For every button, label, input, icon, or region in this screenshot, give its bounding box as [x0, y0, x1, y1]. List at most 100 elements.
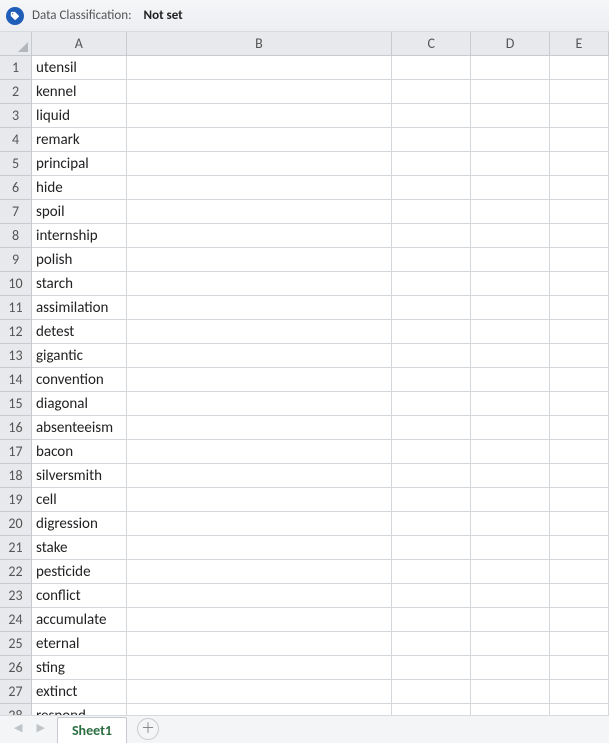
cell-C17[interactable]: [392, 440, 471, 464]
cell-B24[interactable]: [127, 608, 393, 632]
cell-C23[interactable]: [392, 584, 471, 608]
cell-E11[interactable]: [550, 296, 609, 320]
column-header-B[interactable]: B: [127, 32, 393, 56]
cell-A6[interactable]: hide: [32, 176, 127, 200]
cell-E8[interactable]: [550, 224, 609, 248]
cell-A15[interactable]: diagonal: [32, 392, 127, 416]
cell-B3[interactable]: [127, 104, 393, 128]
cell-D3[interactable]: [471, 104, 550, 128]
cell-D13[interactable]: [471, 344, 550, 368]
cell-E19[interactable]: [550, 488, 609, 512]
cell-A11[interactable]: assimilation: [32, 296, 127, 320]
cell-C13[interactable]: [392, 344, 471, 368]
cell-C8[interactable]: [392, 224, 471, 248]
cell-D10[interactable]: [471, 272, 550, 296]
cell-A19[interactable]: cell: [32, 488, 127, 512]
cell-A2[interactable]: kennel: [32, 80, 127, 104]
cell-D17[interactable]: [471, 440, 550, 464]
classification-value[interactable]: Not set: [144, 8, 183, 23]
cell-E21[interactable]: [550, 536, 609, 560]
cell-D24[interactable]: [471, 608, 550, 632]
cell-E14[interactable]: [550, 368, 609, 392]
cell-D21[interactable]: [471, 536, 550, 560]
cell-D26[interactable]: [471, 656, 550, 680]
cell-A10[interactable]: starch: [32, 272, 127, 296]
cell-B27[interactable]: [127, 680, 393, 704]
cell-B20[interactable]: [127, 512, 393, 536]
cell-C10[interactable]: [392, 272, 471, 296]
cell-D18[interactable]: [471, 464, 550, 488]
cell-B7[interactable]: [127, 200, 393, 224]
cell-C2[interactable]: [392, 80, 471, 104]
cell-B9[interactable]: [127, 248, 393, 272]
cell-A5[interactable]: principal: [32, 152, 127, 176]
cell-E10[interactable]: [550, 272, 609, 296]
cell-A25[interactable]: eternal: [32, 632, 127, 656]
cell-E27[interactable]: [550, 680, 609, 704]
row-header-28[interactable]: 28: [0, 704, 32, 715]
column-header-A[interactable]: A: [32, 32, 127, 56]
cell-C14[interactable]: [392, 368, 471, 392]
cell-D1[interactable]: [471, 56, 550, 80]
cell-A4[interactable]: remark: [32, 128, 127, 152]
add-sheet-button[interactable]: ＋: [137, 718, 159, 740]
cell-E2[interactable]: [550, 80, 609, 104]
cell-B11[interactable]: [127, 296, 393, 320]
cell-A26[interactable]: sting: [32, 656, 127, 680]
cell-C19[interactable]: [392, 488, 471, 512]
cell-C7[interactable]: [392, 200, 471, 224]
row-header-12[interactable]: 12: [0, 320, 32, 344]
row-header-26[interactable]: 26: [0, 656, 32, 680]
cell-B4[interactable]: [127, 128, 393, 152]
cell-C26[interactable]: [392, 656, 471, 680]
cell-C11[interactable]: [392, 296, 471, 320]
cell-E16[interactable]: [550, 416, 609, 440]
cell-D16[interactable]: [471, 416, 550, 440]
cell-A14[interactable]: convention: [32, 368, 127, 392]
row-header-21[interactable]: 21: [0, 536, 32, 560]
row-header-9[interactable]: 9: [0, 248, 32, 272]
cell-C27[interactable]: [392, 680, 471, 704]
cell-C9[interactable]: [392, 248, 471, 272]
cell-C28[interactable]: [392, 704, 471, 715]
row-header-11[interactable]: 11: [0, 296, 32, 320]
cell-D27[interactable]: [471, 680, 550, 704]
cell-D23[interactable]: [471, 584, 550, 608]
cell-A16[interactable]: absenteeism: [32, 416, 127, 440]
cell-B10[interactable]: [127, 272, 393, 296]
row-header-23[interactable]: 23: [0, 584, 32, 608]
cell-E23[interactable]: [550, 584, 609, 608]
cell-B14[interactable]: [127, 368, 393, 392]
cell-C6[interactable]: [392, 176, 471, 200]
cell-A21[interactable]: stake: [32, 536, 127, 560]
cell-A8[interactable]: internship: [32, 224, 127, 248]
row-header-6[interactable]: 6: [0, 176, 32, 200]
cell-A27[interactable]: extinct: [32, 680, 127, 704]
cell-C15[interactable]: [392, 392, 471, 416]
cell-E3[interactable]: [550, 104, 609, 128]
cell-D20[interactable]: [471, 512, 550, 536]
cell-D4[interactable]: [471, 128, 550, 152]
row-header-13[interactable]: 13: [0, 344, 32, 368]
cell-C20[interactable]: [392, 512, 471, 536]
cell-D12[interactable]: [471, 320, 550, 344]
cell-A22[interactable]: pesticide: [32, 560, 127, 584]
cell-D19[interactable]: [471, 488, 550, 512]
cell-E22[interactable]: [550, 560, 609, 584]
cell-C25[interactable]: [392, 632, 471, 656]
row-header-22[interactable]: 22: [0, 560, 32, 584]
row-header-2[interactable]: 2: [0, 80, 32, 104]
row-header-14[interactable]: 14: [0, 368, 32, 392]
cell-B6[interactable]: [127, 176, 393, 200]
cell-A20[interactable]: digression: [32, 512, 127, 536]
cell-B25[interactable]: [127, 632, 393, 656]
row-header-18[interactable]: 18: [0, 464, 32, 488]
cell-B26[interactable]: [127, 656, 393, 680]
cell-D6[interactable]: [471, 176, 550, 200]
cell-A3[interactable]: liquid: [32, 104, 127, 128]
cell-B22[interactable]: [127, 560, 393, 584]
cell-A17[interactable]: bacon: [32, 440, 127, 464]
sheet-nav-next-icon[interactable]: ▶: [36, 721, 44, 734]
cell-B2[interactable]: [127, 80, 393, 104]
row-header-20[interactable]: 20: [0, 512, 32, 536]
